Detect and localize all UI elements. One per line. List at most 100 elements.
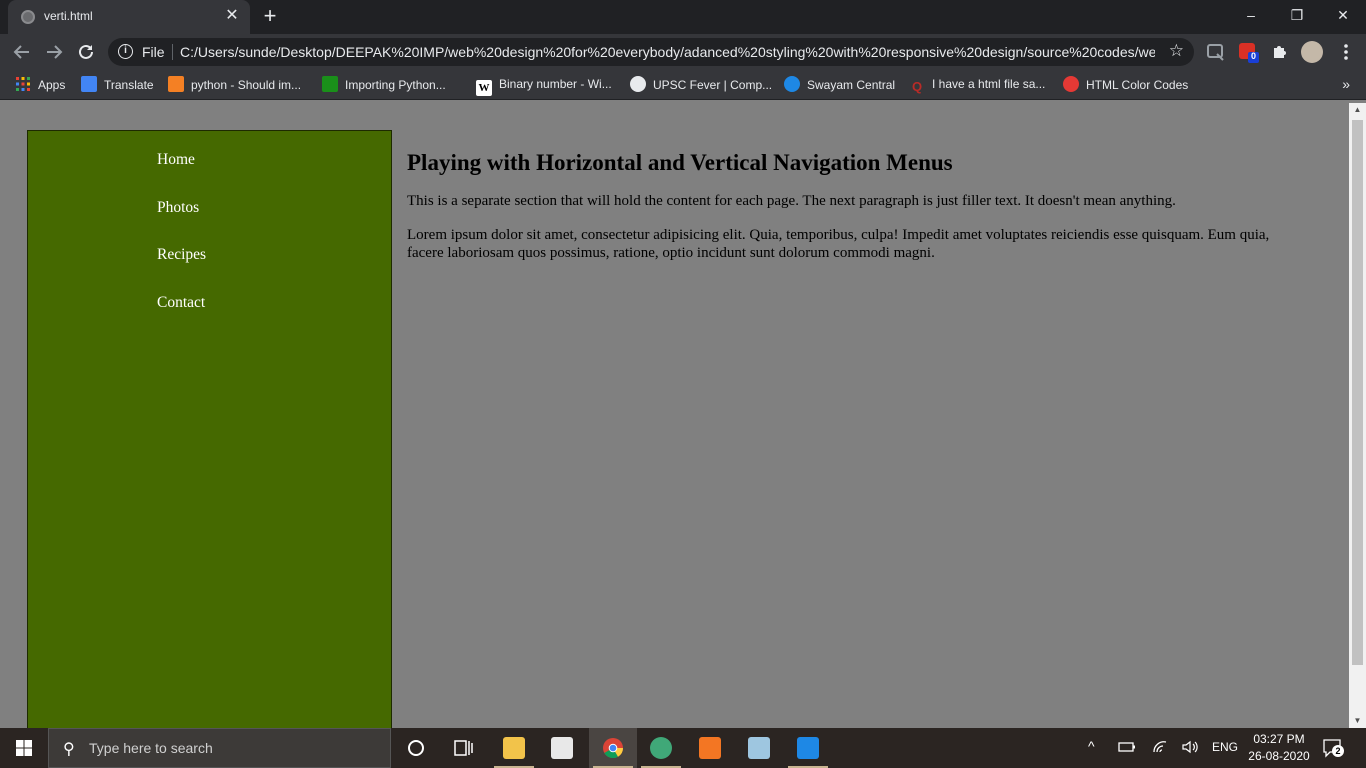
swayam-icon (784, 76, 800, 92)
bookmark-importing-python[interactable]: Importing Python... (322, 76, 446, 94)
scroll-down-arrow-icon[interactable]: ▼ (1349, 714, 1366, 728)
scrollbar-thumb[interactable] (1352, 120, 1363, 665)
vertical-scrollbar[interactable]: ▲ ▼ (1349, 103, 1366, 728)
windows-start-button[interactable] (0, 728, 48, 768)
windows-logo-icon (16, 740, 32, 756)
tab-close-button[interactable]: ✕ (222, 6, 242, 26)
atom-icon (650, 737, 672, 759)
stackoverflow-icon (168, 76, 184, 92)
store-bag-icon (551, 737, 573, 759)
restore-button[interactable]: ❐ (1274, 0, 1320, 30)
bookmark-star-icon[interactable]: ☆ (1169, 41, 1184, 61)
quora-icon: Q (911, 79, 923, 94)
search-icon: ⚲ (63, 741, 75, 758)
file-label: File (142, 44, 165, 60)
filler-paragraph: Lorem ipsum dolor sit amet, consectetur … (407, 227, 1270, 261)
translate-icon (81, 76, 97, 92)
browser-toolbar: i File C:/Users/sunde/Desktop/DEEPAK%20I… (0, 34, 1366, 70)
arrow-right-icon (47, 45, 63, 59)
folder-icon (503, 737, 525, 759)
page-heading: Playing with Horizontal and Vertical Nav… (407, 150, 953, 175)
notepad-taskbar-button[interactable] (735, 728, 783, 768)
bookmark-label: HTML Color Codes (1086, 78, 1189, 92)
notification-count-badge: 2 (1332, 745, 1344, 757)
xampp-taskbar-button[interactable] (686, 728, 734, 768)
back-button[interactable] (9, 39, 35, 65)
bookmark-translate[interactable]: Translate (81, 76, 154, 94)
main-content: Playing with Horizontal and Vertical Nav… (407, 150, 1307, 278)
globe-icon (21, 10, 35, 24)
scroll-up-arrow-icon[interactable]: ▲ (1349, 103, 1366, 117)
task-view-icon (454, 740, 473, 756)
globe-icon (630, 76, 646, 92)
close-window-button[interactable]: ✕ (1320, 0, 1366, 30)
cortana-circle-icon (408, 740, 424, 756)
bookmark-binary-number[interactable]: W Binary number - Wi... (476, 76, 612, 96)
intro-paragraph: This is a separate section that will hol… (407, 193, 1176, 209)
taskbar-clock[interactable]: 03:27 PM 26-08-2020 (1240, 731, 1318, 765)
search-placeholder: Type here to search (89, 740, 213, 756)
divider (172, 44, 173, 60)
info-icon[interactable]: i (118, 44, 133, 59)
notepad-icon (748, 737, 770, 759)
taskbar-search-box[interactable]: ⚲ Type here to search (48, 728, 391, 768)
bookmark-apps[interactable]: Apps (15, 76, 65, 94)
green-square-icon (322, 76, 338, 92)
wifi-icon[interactable] (1152, 740, 1168, 757)
chrome-taskbar-button[interactable] (589, 728, 637, 768)
cortana-button[interactable] (392, 728, 440, 768)
bookmark-python-should[interactable]: python - Should im... (168, 76, 301, 94)
bookmark-label: Binary number - Wi... (499, 77, 612, 91)
bookmark-label: python - Should im... (191, 78, 302, 92)
bookmark-label: Swayam Central (807, 78, 896, 92)
address-bar[interactable]: i File C:/Users/sunde/Desktop/DEEPAK%20I… (108, 38, 1194, 66)
tab-title: verti.html (44, 9, 93, 23)
arrow-left-icon (13, 45, 29, 59)
forward-button[interactable] (41, 39, 67, 65)
nav-link-photos[interactable]: Photos (157, 199, 199, 217)
nav-link-home[interactable]: Home (157, 151, 195, 169)
store-taskbar-button[interactable] (538, 728, 586, 768)
nav-link-recipes[interactable]: Recipes (157, 246, 206, 264)
tab-strip: verti.html ✕ + – ❐ ✕ (0, 0, 1366, 34)
photos-icon (797, 737, 819, 759)
nav-link-contact[interactable]: Contact (157, 294, 205, 312)
clock-date: 26-08-2020 (1248, 749, 1310, 763)
profile-avatar[interactable] (1301, 41, 1323, 63)
action-center-button[interactable]: 2 (1322, 738, 1344, 758)
atom-taskbar-button[interactable] (637, 728, 685, 768)
bookmark-html-file[interactable]: Q I have a html file sa... (909, 76, 1045, 94)
url-text[interactable]: C:/Users/sunde/Desktop/DEEPAK%20IMP/web%… (180, 44, 1155, 60)
menu-kebab-icon[interactable] (1336, 42, 1356, 62)
task-view-button[interactable] (440, 728, 488, 768)
bookmarks-overflow-chevron-icon[interactable]: » (1342, 76, 1350, 92)
puzzle-extensions-icon[interactable] (1270, 42, 1290, 62)
bookmark-label: Translate (104, 78, 154, 92)
extension-badge-icon[interactable]: 0 (1238, 42, 1259, 63)
new-tab-button[interactable]: + (258, 5, 282, 29)
bookmark-label: I have a html file sa... (932, 77, 1046, 91)
bookmark-html-color-codes[interactable]: HTML Color Codes (1063, 76, 1188, 94)
bookmark-label: UPSC Fever | Comp... (653, 78, 773, 92)
minimize-button[interactable]: – (1228, 0, 1274, 30)
apps-grid-icon (16, 77, 30, 91)
clock-time: 03:27 PM (1253, 732, 1305, 746)
file-explorer-taskbar-button[interactable] (490, 728, 538, 768)
show-hidden-icons-chevron-icon[interactable]: ^ (1088, 738, 1095, 754)
extension-badge-count: 0 (1251, 51, 1257, 61)
bookmark-upsc-fever[interactable]: UPSC Fever | Comp... (630, 76, 772, 94)
color-codes-icon (1063, 76, 1079, 92)
bookmark-swayam-central[interactable]: Swayam Central (784, 76, 895, 94)
reload-button[interactable] (73, 39, 99, 65)
xampp-icon (699, 737, 721, 759)
vertical-nav: Home Photos Recipes Contact (27, 130, 392, 728)
volume-icon[interactable] (1181, 740, 1199, 757)
screen-reader-extension-icon[interactable] (1206, 42, 1226, 62)
browser-tab[interactable]: verti.html ✕ (8, 0, 250, 34)
battery-icon[interactable] (1118, 740, 1136, 757)
bookmarks-bar: Apps Translate python - Should im... Imp… (0, 70, 1366, 100)
photos-taskbar-button[interactable] (784, 728, 832, 768)
language-indicator[interactable]: ENG (1212, 740, 1238, 754)
bookmark-label: Apps (38, 78, 66, 92)
bookmark-label: Importing Python... (345, 78, 446, 92)
